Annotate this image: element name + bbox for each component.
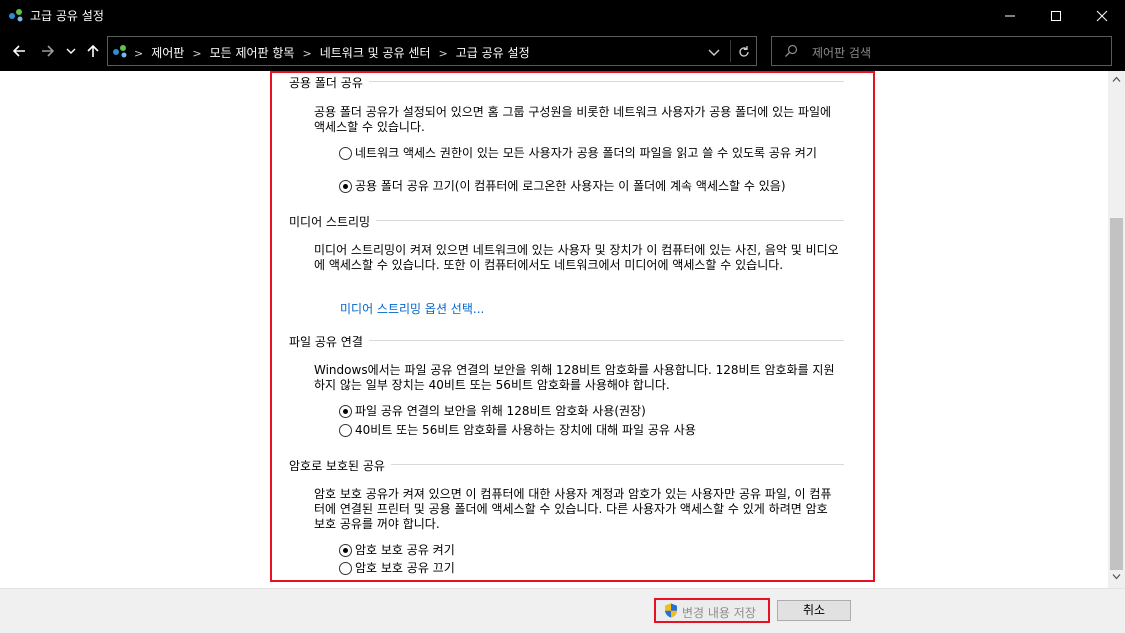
network-icon [9, 9, 23, 22]
radio-label: 암호 보호 공유 켜기 [355, 543, 455, 557]
section-heading-media-streaming: 미디어 스트리밍 [289, 213, 377, 230]
search-icon [785, 44, 798, 57]
radio-button[interactable] [339, 147, 352, 160]
scroll-up-icon[interactable] [1112, 76, 1121, 83]
media-streaming-options-link[interactable]: 미디어 스트리밍 옵션 선택... [340, 300, 484, 317]
cancel-button[interactable]: 취소 [777, 600, 851, 621]
section-divider [289, 81, 844, 82]
save-changes-label: 변경 내용 저장 [682, 606, 756, 620]
back-button[interactable] [9, 39, 31, 63]
section-description-password-protected: 암호 보호 공유가 켜져 있으면 이 컴퓨터에 대한 사용자 계정과 암호가 있… [314, 487, 832, 531]
radio-label: 파일 공유 연결의 보안을 위해 128비트 암호화 사용(권장) [355, 404, 646, 418]
breadcrumb-item-control-panel[interactable]: 제어판 [151, 46, 184, 60]
section-divider [289, 340, 844, 341]
radio-label: 네트워크 액세스 권한이 있는 모든 사용자가 공용 폴더의 파일을 읽고 쓸 … [355, 146, 817, 160]
radio-button[interactable] [339, 562, 352, 575]
breadcrumb-item-all-items[interactable]: 모든 제어판 항목 [210, 46, 295, 60]
radio-label: 공용 폴더 공유 끄기(이 컴퓨터에 로그온한 사용자는 이 폴더에 계속 액세… [355, 179, 786, 193]
back-arrow-icon [12, 45, 25, 57]
footer-bar: 변경 내용 저장 취소 [0, 588, 1125, 633]
section-description-public-folder: 공용 폴더 공유가 설정되어 있으면 홈 그룹 구성원을 비롯한 네트워크 사용… [314, 105, 832, 134]
refresh-button[interactable] [730, 40, 754, 62]
address-dropdown-icon[interactable] [706, 45, 722, 59]
section-heading-public-folder: 공용 폴더 공유 [289, 74, 369, 91]
search-box[interactable]: 제어판 검색 [771, 36, 1112, 66]
title-bar: 고급 공유 설정 [0, 0, 1125, 31]
minimize-button[interactable] [987, 0, 1033, 31]
section-heading-file-sharing: 파일 공유 연결 [289, 333, 369, 350]
search-input[interactable]: 제어판 검색 [812, 44, 871, 61]
breadcrumb-item-advanced-sharing[interactable]: 고급 공유 설정 [456, 46, 530, 60]
radio-button[interactable] [339, 180, 352, 193]
radio-button[interactable] [339, 405, 352, 418]
address-bar[interactable]: > 제어판 > 모든 제어판 항목 > 네트워크 및 공유 센터 > 고급 공유 설정 [107, 36, 757, 66]
radio-button[interactable] [339, 424, 352, 437]
breadcrumb-separator: > [302, 47, 312, 60]
maximize-icon [1051, 11, 1061, 21]
up-arrow-icon [87, 44, 99, 57]
close-icon [1096, 10, 1108, 22]
scroll-down-icon[interactable] [1112, 573, 1121, 580]
control-panel-icon [113, 45, 127, 58]
vertical-scrollbar[interactable] [1108, 71, 1125, 588]
section-heading-password-protected: 암호로 보호된 공유 [289, 457, 391, 474]
forward-arrow-icon [42, 45, 55, 57]
refresh-icon [739, 46, 749, 57]
chevron-down-icon [66, 48, 76, 54]
breadcrumb-separator: > [438, 47, 448, 60]
navigation-bar: > 제어판 > 모든 제어판 항목 > 네트워크 및 공유 센터 > 고급 공유 설정 제어판… [0, 31, 1125, 71]
up-button[interactable] [83, 39, 105, 63]
section-description-media-streaming: 미디어 스트리밍이 켜져 있으면 네트워크에 있는 사용자 및 장치가 이 컴퓨… [314, 243, 839, 272]
breadcrumb-item-network-center[interactable]: 네트워크 및 공유 센터 [320, 46, 431, 60]
window-title: 고급 공유 설정 [30, 9, 104, 23]
breadcrumb-separator: > [134, 47, 144, 60]
breadcrumb: > 제어판 > 모든 제어판 항목 > 네트워크 및 공유 센터 > 고급 공유 설정 [134, 44, 530, 61]
section-description-file-sharing: Windows에서는 파일 공유 연결의 보안을 위해 128비트 암호화를 사… [314, 363, 835, 392]
save-changes-button[interactable]: 변경 내용 저장 [654, 598, 770, 623]
forward-button[interactable] [38, 39, 60, 63]
breadcrumb-separator: > [192, 47, 202, 60]
minimize-icon [1005, 15, 1015, 17]
uac-shield-icon [665, 603, 677, 618]
radio-label: 40비트 또는 56비트 암호화를 사용하는 장치에 대해 파일 공유 사용 [355, 423, 696, 437]
maximize-button[interactable] [1033, 0, 1079, 31]
radio-button[interactable] [339, 544, 352, 557]
close-button[interactable] [1079, 0, 1125, 31]
scrollbar-thumb[interactable] [1110, 218, 1123, 570]
radio-label: 암호 보호 공유 끄기 [355, 561, 455, 575]
recent-locations-button[interactable] [64, 39, 78, 63]
